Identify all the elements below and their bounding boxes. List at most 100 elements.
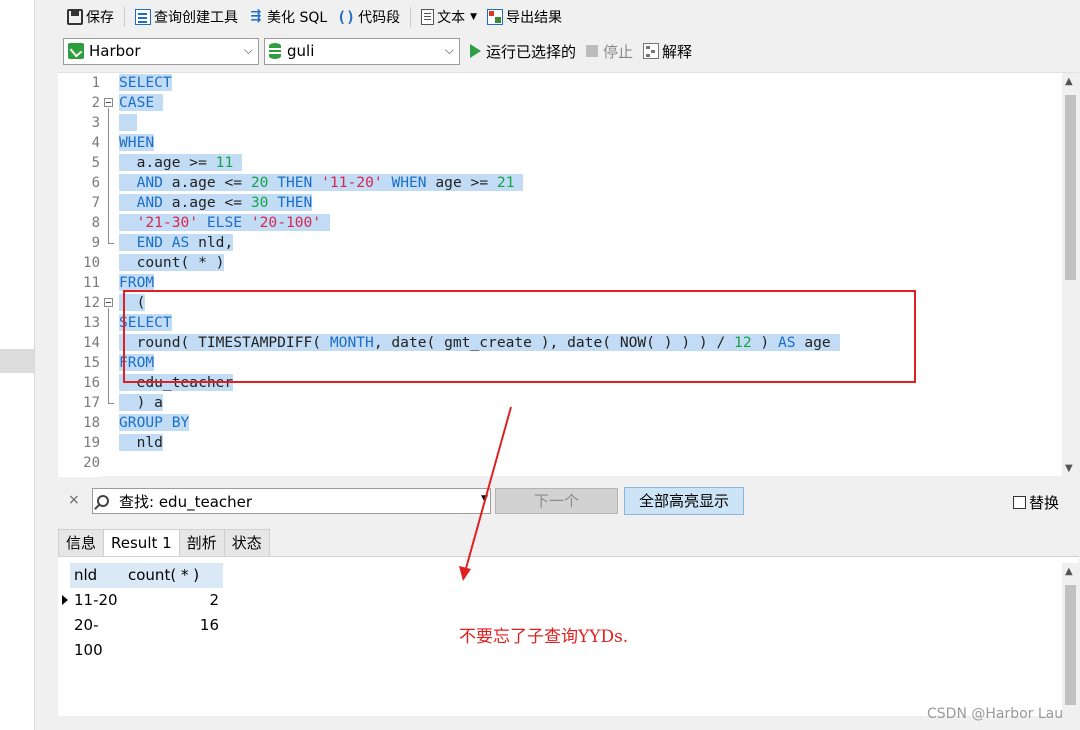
code-line[interactable]: WHEN xyxy=(119,133,155,153)
code-token: 21 xyxy=(496,174,515,191)
line-number: 19 xyxy=(83,435,100,451)
code-token xyxy=(312,174,322,191)
tab-status[interactable]: 状态 xyxy=(223,529,270,556)
table-cell[interactable]: 16 xyxy=(124,613,223,638)
code-token: AND xyxy=(136,174,163,191)
code-line[interactable]: AND a.age <= 30 THEN xyxy=(119,193,313,213)
replace-toggle[interactable]: 替换 xyxy=(1013,492,1059,513)
code-token xyxy=(268,174,278,191)
dropdown-caret-icon[interactable]: ▼ xyxy=(481,494,488,504)
save-icon xyxy=(67,9,83,25)
beautify-sql-button[interactable]: ⇶ 美化 SQL xyxy=(243,5,332,29)
code-line[interactable]: GROUP BY xyxy=(119,413,190,433)
code-line[interactable]: a.age >= 11 xyxy=(119,153,243,173)
code-token: 30 xyxy=(250,194,269,211)
query-builder-label: 查询创建工具 xyxy=(154,10,238,26)
beautify-icon: ⇶ xyxy=(250,9,262,24)
code-token xyxy=(514,174,524,191)
sql-editor[interactable]: 1 2 3 4 5 6 7 8 9 10 11 12 13 14 15 16 17 18 19 20 SELECT CA… xyxy=(58,72,1079,477)
stop-button[interactable]: 停止 xyxy=(586,41,633,62)
explain-button[interactable]: 解释 xyxy=(643,41,692,62)
text-icon xyxy=(421,9,435,25)
scrollbar-thumb[interactable] xyxy=(1065,95,1076,280)
code-token xyxy=(119,214,137,231)
run-selected-label: 运行已选择的 xyxy=(486,42,577,61)
code-token: FROM xyxy=(119,274,155,291)
fold-guide-end xyxy=(108,403,114,404)
replace-checkbox[interactable] xyxy=(1013,496,1026,509)
code-token xyxy=(233,154,243,171)
code-line[interactable]: '21-30' ELSE '20-100' xyxy=(119,213,330,233)
table-cell[interactable]: 2 xyxy=(124,588,223,613)
scroll-up-icon[interactable]: ▲ xyxy=(1065,566,1073,577)
chevron-down-icon: ⌵ xyxy=(243,42,253,57)
left-strip xyxy=(0,0,34,730)
query-builder-button[interactable]: 查询创建工具 xyxy=(130,5,243,29)
highlight-all-button[interactable]: 全部高亮显示 xyxy=(624,487,744,515)
table-cell[interactable]: 20-100 xyxy=(70,613,126,659)
code-token xyxy=(242,214,251,231)
code-line[interactable] xyxy=(119,113,137,133)
side-tab[interactable] xyxy=(0,349,34,373)
code-token xyxy=(154,94,163,111)
editor-scrollbar[interactable]: ▲ ▼ xyxy=(1062,73,1079,477)
code-line[interactable]: END AS nld, xyxy=(119,233,234,253)
code-token: '21-30' xyxy=(136,214,199,231)
code-token: a.age >= xyxy=(119,154,216,171)
scrollbar-thumb[interactable] xyxy=(1065,585,1076,705)
search-input[interactable]: 查找: edu_teacher ▼ xyxy=(92,488,491,514)
code-token: WHEN xyxy=(391,174,427,191)
code-token: THEN xyxy=(277,174,313,191)
line-number: 14 xyxy=(83,335,100,351)
toolbar-divider xyxy=(124,7,125,27)
dropdown-caret-icon: ▼ xyxy=(470,12,478,22)
text-mode-button[interactable]: 文本 ▼ xyxy=(416,5,482,29)
search-value: 查找: edu_teacher xyxy=(119,492,253,511)
tab-profile[interactable]: 剖析 xyxy=(178,529,225,556)
line-number: 16 xyxy=(83,375,100,391)
text-label: 文本 xyxy=(437,10,466,26)
fold-toggle-icon[interactable] xyxy=(104,298,113,307)
fold-toggle-icon[interactable] xyxy=(104,98,113,107)
find-bar: × 查找: edu_teacher ▼ 下一个 全部高亮显示 替换 xyxy=(58,483,1079,521)
result-scrollbar[interactable]: ▲ xyxy=(1062,563,1079,717)
scroll-up-icon[interactable]: ▲ xyxy=(1065,76,1073,87)
query-builder-icon xyxy=(135,9,151,25)
code-token xyxy=(119,234,137,251)
line-number: 9 xyxy=(91,235,100,251)
code-token: END xyxy=(136,234,163,251)
close-icon[interactable]: × xyxy=(68,492,80,508)
code-token: 11 xyxy=(215,154,234,171)
tab-info[interactable]: 信息 xyxy=(58,529,105,556)
code-line[interactable]: SELECT xyxy=(119,73,172,93)
code-token xyxy=(198,214,207,231)
connection-icon xyxy=(68,43,84,59)
tab-result-1[interactable]: Result 1 xyxy=(103,529,180,557)
code-token: nld, xyxy=(189,234,234,251)
line-number: 10 xyxy=(83,255,100,271)
save-button[interactable]: 保存 xyxy=(62,5,119,29)
code-token: count( * ) xyxy=(119,254,225,271)
line-number: 1 xyxy=(91,75,100,91)
export-result-label: 导出结果 xyxy=(506,10,563,26)
toolbar-divider xyxy=(410,7,412,27)
code-token: SELECT xyxy=(119,74,172,91)
column-header-nld[interactable]: nld xyxy=(70,563,126,588)
column-header-count[interactable]: count( * ) xyxy=(124,563,223,588)
code-line[interactable]: nld xyxy=(119,433,163,453)
connection-select[interactable]: Harbor ⌵ xyxy=(63,37,259,65)
scroll-down-icon[interactable]: ▼ xyxy=(1065,463,1073,474)
code-line[interactable]: CASE xyxy=(119,93,163,113)
code-token: 20 xyxy=(250,174,269,191)
table-cell[interactable]: 11-20 xyxy=(70,588,126,613)
code-snippet-button[interactable]: () 代码段 xyxy=(332,5,405,29)
fold-guide xyxy=(108,308,109,403)
code-line[interactable]: ) a xyxy=(119,393,163,413)
find-next-button[interactable]: 下一个 xyxy=(495,488,618,514)
database-select[interactable]: guli ⌵ xyxy=(264,37,460,65)
export-result-button[interactable]: 导出结果 xyxy=(482,5,567,29)
code-line[interactable]: AND a.age <= 20 THEN '11-20' WHEN age >=… xyxy=(119,173,524,193)
code-line[interactable]: count( * ) xyxy=(119,253,225,273)
run-selected-button[interactable]: 运行已选择的 xyxy=(470,41,576,62)
toolbar: 保存 查询创建工具 ⇶ 美化 SQL () 代码段 文本 ▼ 导出结果 xyxy=(62,4,567,30)
